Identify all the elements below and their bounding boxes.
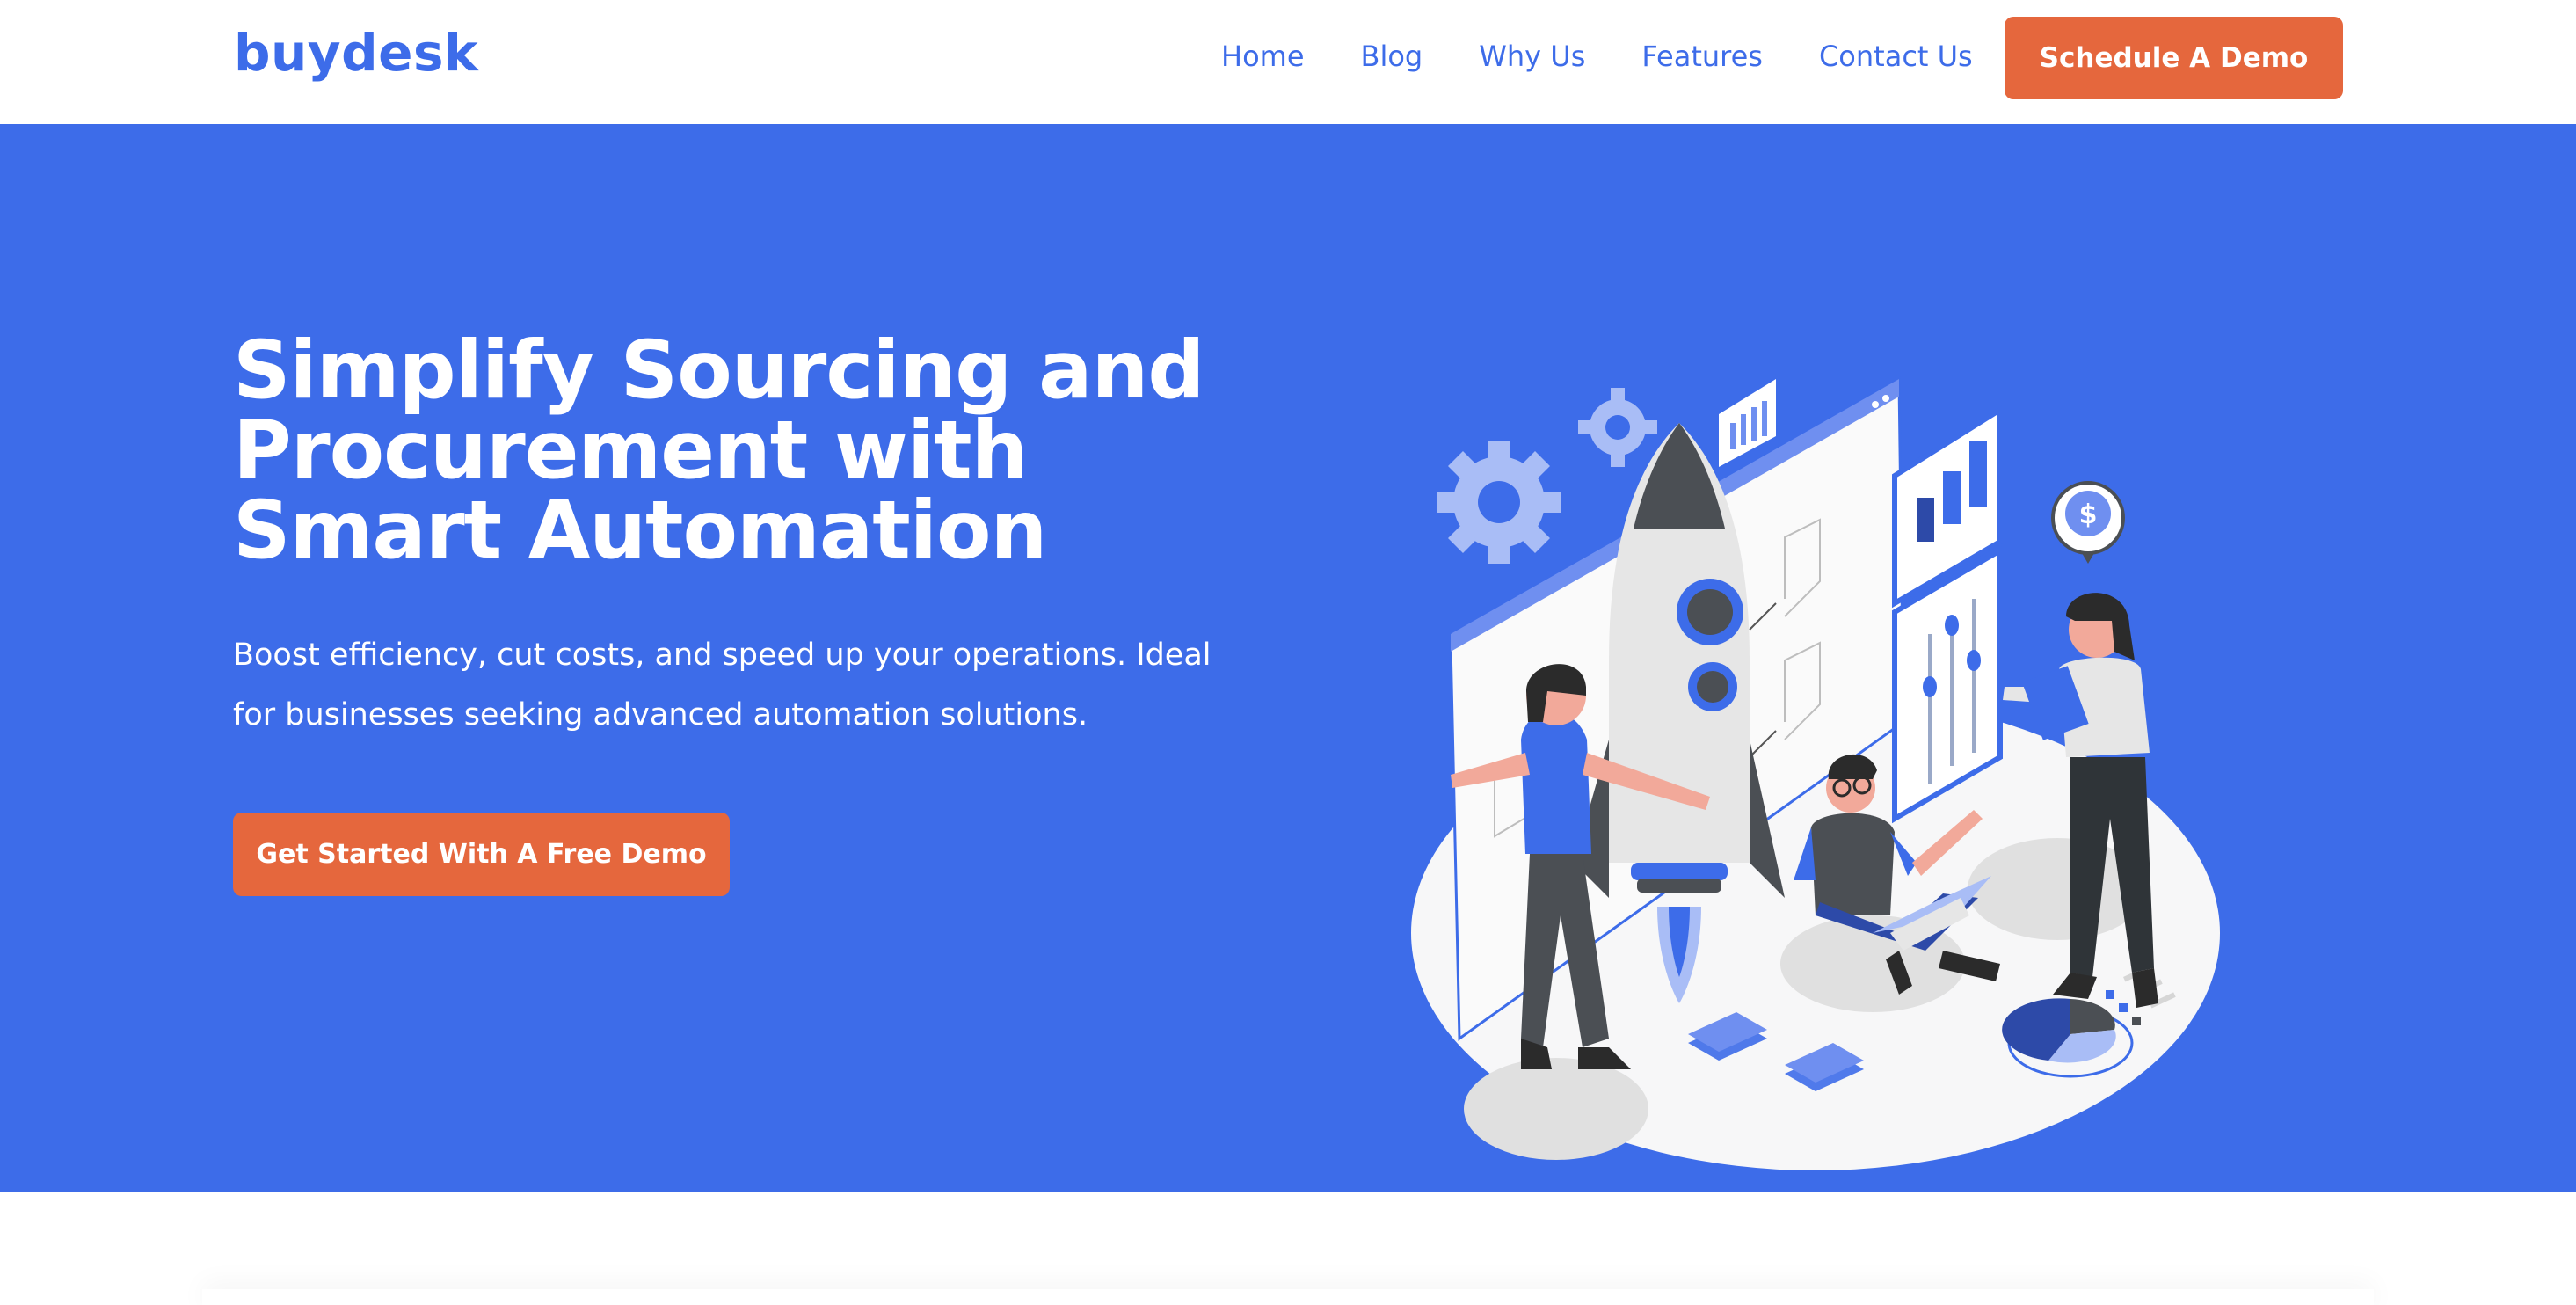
logo[interactable]: buydesk — [234, 23, 478, 83]
svg-text:$: $ — [2079, 499, 2098, 530]
nav-features[interactable]: Features — [1641, 39, 1763, 74]
nav-why-us[interactable]: Why Us — [1479, 39, 1585, 74]
schedule-demo-button[interactable]: Schedule A Demo — [2005, 17, 2343, 99]
below-hero-section — [0, 1192, 2576, 1305]
content-card — [202, 1289, 2374, 1305]
nav-blog[interactable]: Blog — [1361, 39, 1423, 74]
navbar: buydesk Home Blog Why Us Features Contac… — [0, 0, 2576, 124]
main-nav: Home Blog Why Us Features Contact Us — [1221, 39, 1973, 74]
free-demo-button[interactable]: Get Started With A Free Demo — [233, 813, 730, 896]
team-rocket-automation-illustration: $ — [1398, 247, 2242, 1179]
nav-home[interactable]: Home — [1221, 39, 1305, 74]
hero-title: Simplify Sourcing and Procurement with S… — [233, 324, 1204, 577]
hero-section: Simplify Sourcing and Procurement with S… — [0, 124, 2576, 1192]
nav-contact-us[interactable]: Contact Us — [1819, 39, 1973, 74]
hero-subtitle: Boost efficiency, cut costs, and speed u… — [233, 638, 1212, 733]
